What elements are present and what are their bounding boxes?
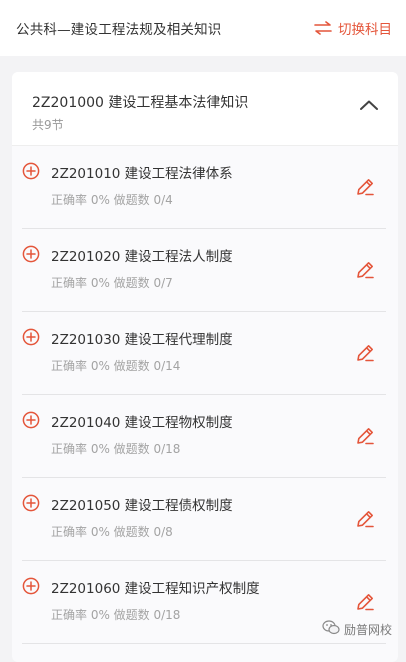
section-list: 2Z201010 建设工程法律体系 正确率 0% 做题数 0/4 2Z20102… bbox=[12, 146, 398, 644]
wechat-icon bbox=[322, 620, 340, 638]
expand-plus-icon[interactable] bbox=[22, 245, 40, 267]
section-title: 2Z201060 建设工程知识产权制度 bbox=[51, 581, 260, 597]
section-item[interactable]: 2Z201050 建设工程债权制度 正确率 0% 做题数 0/8 bbox=[22, 478, 386, 561]
expand-plus-icon[interactable] bbox=[22, 411, 40, 433]
section-title: 2Z201050 建设工程债权制度 bbox=[51, 498, 233, 514]
section-item[interactable]: 2Z201030 建设工程代理制度 正确率 0% 做题数 0/14 bbox=[22, 312, 386, 395]
expand-plus-icon[interactable] bbox=[22, 162, 40, 184]
section-item[interactable]: 2Z201040 建设工程物权制度 正确率 0% 做题数 0/18 bbox=[22, 395, 386, 478]
swap-arrows-icon bbox=[314, 21, 332, 35]
expand-plus-icon[interactable] bbox=[22, 577, 40, 599]
switch-subject-label: 切换科目 bbox=[338, 22, 392, 38]
section-stats: 正确率 0% 做题数 0/7 bbox=[51, 276, 173, 290]
section-title: 2Z201010 建设工程法律体系 bbox=[51, 166, 233, 182]
section-item[interactable]: 2Z201020 建设工程法人制度 正确率 0% 做题数 0/7 bbox=[22, 229, 386, 312]
section-stats: 正确率 0% 做题数 0/8 bbox=[51, 525, 173, 539]
section-stats: 正确率 0% 做题数 0/18 bbox=[51, 442, 181, 456]
pencil-icon[interactable] bbox=[354, 425, 376, 451]
pencil-icon[interactable] bbox=[354, 342, 376, 368]
section-stats: 正确率 0% 做题数 0/4 bbox=[51, 193, 173, 207]
top-bar: 公共科—建设工程法规及相关知识 切换科目 bbox=[0, 0, 406, 56]
chapter-card: 2Z201000 建设工程基本法律知识 共9节 2Z201010 建设工程法律体… bbox=[12, 72, 398, 662]
section-stats: 正确率 0% 做题数 0/14 bbox=[51, 359, 181, 373]
chevron-up-icon[interactable] bbox=[360, 95, 378, 114]
section-title: 2Z201020 建设工程法人制度 bbox=[51, 249, 233, 265]
chapter-header[interactable]: 2Z201000 建设工程基本法律知识 共9节 bbox=[12, 72, 398, 146]
subject-title: 公共科—建设工程法规及相关知识 bbox=[16, 22, 222, 38]
expand-plus-icon[interactable] bbox=[22, 494, 40, 516]
pencil-icon[interactable] bbox=[354, 259, 376, 285]
pencil-icon[interactable] bbox=[354, 591, 376, 617]
section-item[interactable]: 2Z201010 建设工程法律体系 正确率 0% 做题数 0/4 bbox=[22, 146, 386, 229]
watermark-label: 励普网校 bbox=[343, 622, 392, 637]
chapter-section-count: 共9节 bbox=[32, 118, 64, 132]
pencil-icon[interactable] bbox=[354, 176, 376, 202]
section-title: 2Z201040 建设工程物权制度 bbox=[51, 415, 233, 431]
watermark: 励普网校 bbox=[322, 620, 392, 638]
pencil-icon[interactable] bbox=[354, 508, 376, 534]
expand-plus-icon[interactable] bbox=[22, 328, 40, 350]
section-stats: 正确率 0% 做题数 0/18 bbox=[51, 608, 181, 622]
section-title: 2Z201030 建设工程代理制度 bbox=[51, 332, 233, 348]
switch-subject-button[interactable]: 切换科目 bbox=[314, 18, 392, 38]
chapter-title: 2Z201000 建设工程基本法律知识 bbox=[32, 95, 249, 111]
